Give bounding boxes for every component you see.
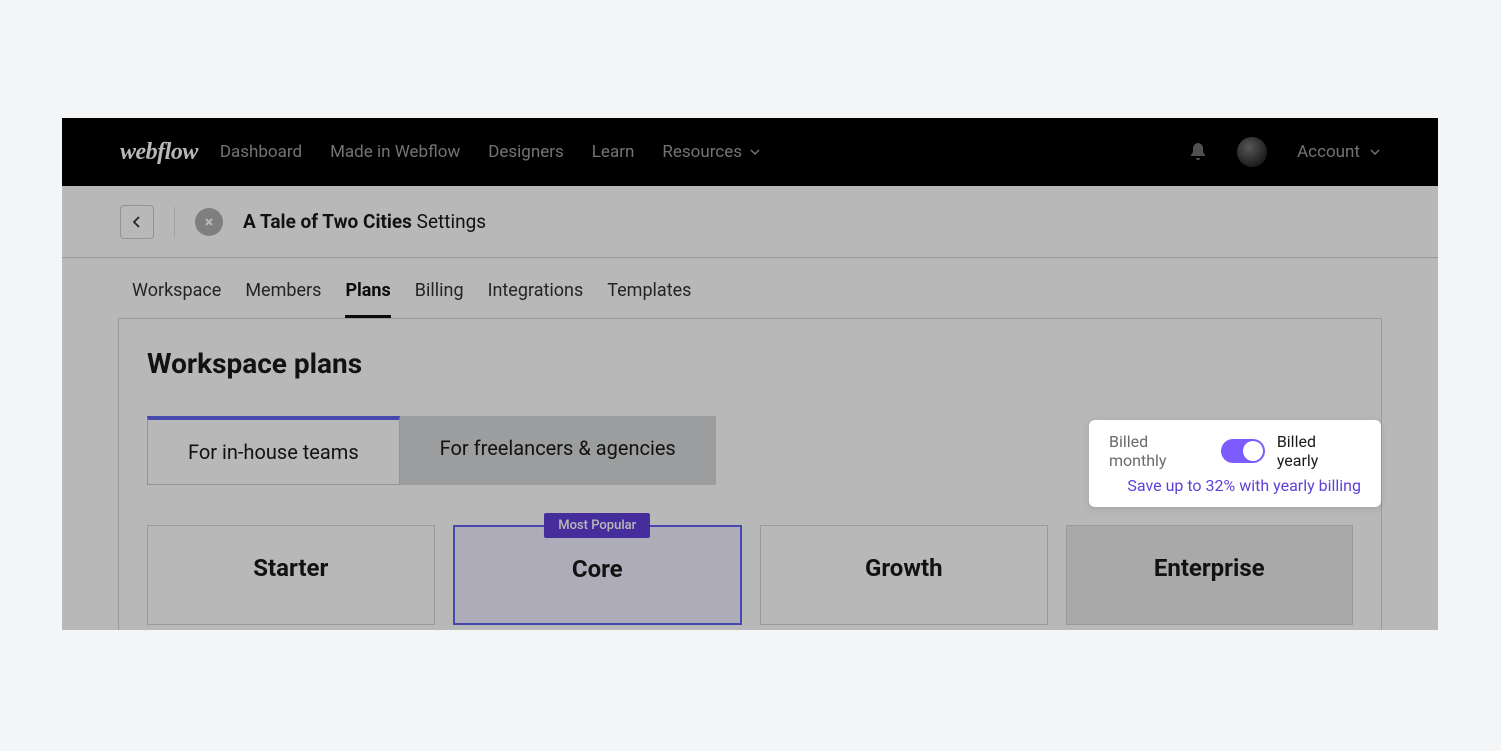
- nav-designers[interactable]: Designers: [488, 142, 564, 162]
- billing-toggle-row: Billed monthly Billed yearly: [1109, 432, 1361, 470]
- plan-name: Enterprise: [1087, 554, 1333, 582]
- most-popular-badge: Most Popular: [544, 513, 650, 538]
- tab-billing[interactable]: Billing: [415, 280, 464, 318]
- workspace-icon: [195, 208, 223, 236]
- nav-resources[interactable]: Resources: [662, 142, 760, 162]
- tab-integrations[interactable]: Integrations: [488, 280, 584, 318]
- workspace-name: A Tale of Two Cities: [243, 210, 412, 233]
- back-button[interactable]: [120, 205, 154, 239]
- nav-resources-label: Resources: [662, 142, 742, 162]
- nav-links: Dashboard Made in Webflow Designers Lear…: [220, 142, 1189, 162]
- plans-row: Starter Most Popular Core Growth Enterpr…: [147, 525, 1353, 625]
- tab-plans[interactable]: Plans: [345, 280, 390, 318]
- billing-savings-text: Save up to 32% with yearly billing: [1109, 476, 1361, 495]
- billed-monthly-label: Billed monthly: [1109, 432, 1209, 470]
- settings-label: Settings: [417, 210, 486, 233]
- plan-card-starter[interactable]: Starter: [147, 525, 435, 625]
- nav-learn[interactable]: Learn: [592, 142, 635, 162]
- plan-name: Growth: [781, 554, 1027, 582]
- plan-card-core[interactable]: Most Popular Core: [453, 525, 743, 625]
- settings-tabs: Workspace Members Plans Billing Integrat…: [62, 258, 1438, 318]
- billing-toggle[interactable]: [1221, 439, 1265, 463]
- nav-right: Account: [1189, 137, 1380, 167]
- app-frame: webflow Dashboard Made in Webflow Design…: [62, 118, 1438, 630]
- audience-tab-inhouse[interactable]: For in-house teams: [147, 416, 400, 485]
- notification-bell-icon[interactable]: [1189, 142, 1207, 162]
- tab-templates[interactable]: Templates: [607, 280, 691, 318]
- chevron-down-icon: [750, 149, 760, 155]
- plan-card-growth[interactable]: Growth: [760, 525, 1048, 625]
- plan-name: Starter: [168, 554, 414, 582]
- divider: [174, 207, 175, 237]
- webflow-logo[interactable]: webflow: [120, 139, 198, 166]
- billed-yearly-label: Billed yearly: [1277, 432, 1361, 470]
- tab-members[interactable]: Members: [245, 280, 321, 318]
- nav-made-in-webflow[interactable]: Made in Webflow: [330, 142, 460, 162]
- tab-workspace[interactable]: Workspace: [132, 280, 221, 318]
- top-nav: webflow Dashboard Made in Webflow Design…: [62, 118, 1438, 186]
- nav-dashboard[interactable]: Dashboard: [220, 142, 302, 162]
- plans-panel: Workspace plans For in-house teams For f…: [118, 318, 1382, 630]
- account-menu[interactable]: Account: [1297, 142, 1380, 162]
- page-title: A Tale of Two Cities Settings: [243, 210, 486, 233]
- plan-name: Core: [475, 555, 721, 583]
- plan-card-enterprise[interactable]: Enterprise: [1066, 525, 1354, 625]
- arrow-left-icon: [130, 215, 144, 229]
- chevron-down-icon: [1370, 149, 1380, 155]
- header-bar: A Tale of Two Cities Settings: [62, 186, 1438, 258]
- avatar[interactable]: [1237, 137, 1267, 167]
- section-title: Workspace plans: [147, 347, 1353, 380]
- close-circle-icon: [202, 215, 216, 229]
- billing-toggle-panel: Billed monthly Billed yearly Save up to …: [1089, 420, 1381, 507]
- account-label: Account: [1297, 142, 1360, 162]
- toggle-knob: [1243, 441, 1263, 461]
- audience-tab-freelancers[interactable]: For freelancers & agencies: [400, 416, 716, 485]
